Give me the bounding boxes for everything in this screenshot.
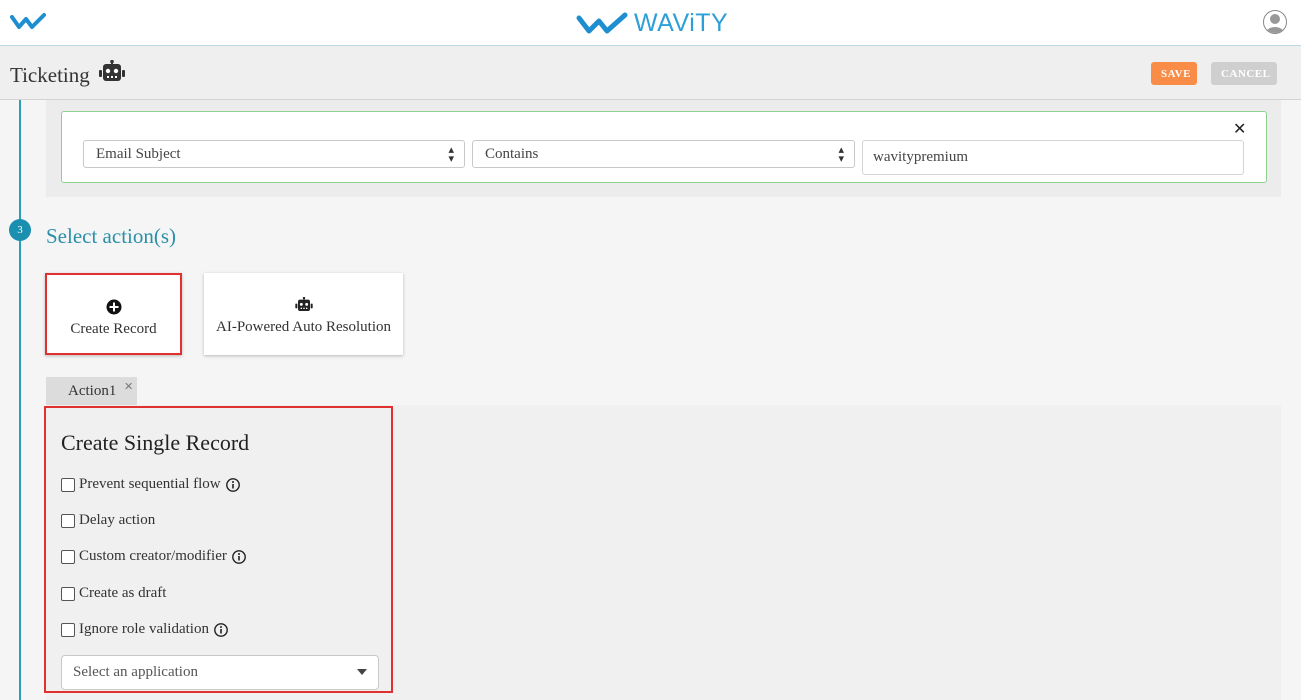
ai-resolution-label: AI-Powered Auto Resolution [216, 319, 391, 335]
cancel-button[interactable]: CANCEL [1211, 62, 1277, 85]
top-bar: WAViTY [0, 0, 1301, 46]
application-select[interactable]: Select an application [61, 655, 379, 690]
condition-field-select[interactable]: Email Subject ▴ ▾ [83, 140, 465, 168]
condition-value-input[interactable] [862, 140, 1244, 175]
option-ignore-role-validation: Ignore role validation [61, 621, 228, 638]
brand-logo: WAViTY [576, 9, 728, 38]
option-create-as-draft: Create as draft [61, 585, 166, 602]
create-record-label: Create Record [70, 321, 157, 337]
robot-icon [98, 59, 126, 90]
checkbox[interactable] [61, 549, 75, 564]
option-custom-creator-modifier: Custom creator/modifier [61, 548, 246, 565]
caret-down-icon [357, 669, 367, 675]
page-title-text: Ticketing [10, 62, 90, 87]
sort-arrows-icon: ▴ ▾ [448, 143, 454, 165]
ai-resolution-card[interactable]: AI-Powered Auto Resolution [204, 273, 403, 355]
option-prevent-sequential-flow: Prevent sequential flow [61, 476, 240, 493]
robot-icon [204, 296, 403, 313]
info-icon[interactable] [214, 622, 228, 637]
option-label: Custom creator/modifier [79, 548, 227, 564]
option-label: Ignore role validation [79, 621, 209, 637]
condition-operator-select[interactable]: Contains ▴ ▾ [472, 140, 855, 168]
condition-operator-value: Contains [485, 146, 539, 162]
application-select-placeholder: Select an application [73, 664, 198, 680]
create-record-card[interactable]: Create Record [45, 273, 182, 355]
checkbox[interactable] [61, 586, 75, 601]
checkbox[interactable] [61, 477, 75, 492]
wavity-logo-icon[interactable] [10, 13, 46, 36]
close-icon[interactable]: ✕ [1233, 119, 1246, 138]
info-icon[interactable] [225, 477, 240, 492]
option-label: Delay action [79, 512, 156, 528]
save-button[interactable]: SAVE [1151, 62, 1197, 85]
info-icon[interactable] [231, 549, 246, 564]
plus-circle-icon [47, 299, 180, 315]
wavity-logo-icon [576, 12, 628, 33]
sort-arrows-icon: ▴ ▾ [838, 143, 844, 165]
tab-label: Action1 [68, 383, 117, 399]
option-label: Create as draft [79, 585, 167, 601]
checkbox[interactable] [61, 513, 75, 528]
page-title: Ticketing [10, 59, 126, 90]
checkbox[interactable] [61, 622, 75, 637]
page-header: Ticketing SAVE CANCEL [0, 46, 1301, 100]
step-timeline [19, 100, 21, 700]
condition-field-value: Email Subject [96, 146, 181, 162]
option-delay-action: Delay action [61, 512, 155, 529]
panel-title: Create Single Record [61, 430, 250, 455]
step-number-badge: 3 [9, 219, 31, 241]
brand-name: WAViTY [634, 9, 729, 37]
user-avatar-icon[interactable] [1263, 10, 1287, 34]
option-label: Prevent sequential flow [79, 476, 221, 492]
close-icon[interactable]: ✕ [124, 380, 133, 393]
section-title: Select action(s) [46, 224, 177, 248]
